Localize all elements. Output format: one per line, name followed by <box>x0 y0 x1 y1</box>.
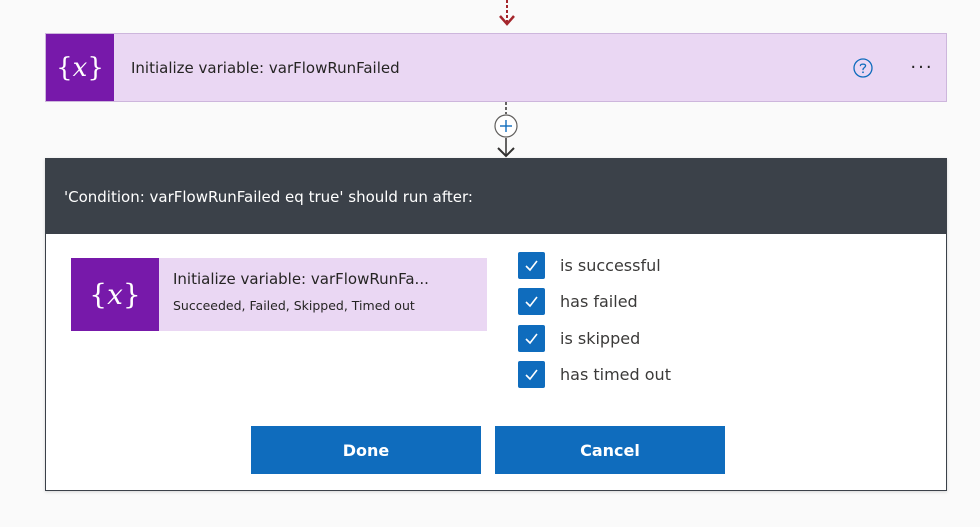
plus-circle-icon[interactable] <box>494 114 518 138</box>
option-is-successful[interactable]: is successful <box>518 247 671 284</box>
run-after-action-title: Initialize variable: varFlowRunFa... <box>173 270 429 288</box>
dialog-header: 'Condition: varFlowRunFailed eq true' sh… <box>46 159 946 234</box>
action-title: Initialize variable: varFlowRunFailed <box>131 58 400 77</box>
option-has-timed-out[interactable]: has timed out <box>518 357 671 394</box>
cancel-button[interactable]: Cancel <box>495 426 725 474</box>
connector <box>494 102 518 158</box>
arrow-down-icon <box>499 0 515 26</box>
option-label: is skipped <box>560 328 641 348</box>
checkbox-checked[interactable] <box>518 361 545 389</box>
checkbox-checked[interactable] <box>518 288 545 316</box>
option-has-failed[interactable]: has failed <box>518 284 671 321</box>
variable-icon: {x} <box>46 34 114 101</box>
ellipsis-icon[interactable]: ··· <box>902 55 942 81</box>
option-label: has failed <box>560 292 638 312</box>
run-after-action-card: {x} Initialize variable: varFlowRunFa...… <box>71 258 487 331</box>
question-circle-icon[interactable] <box>850 55 876 81</box>
variable-icon: {x} <box>71 258 159 331</box>
run-after-status-summary: Succeeded, Failed, Skipped, Timed out <box>173 298 415 313</box>
run-after-options: is successful has failed is skipped has … <box>518 247 671 393</box>
dialog-title: 'Condition: varFlowRunFailed eq true' sh… <box>64 187 473 206</box>
option-is-skipped[interactable]: is skipped <box>518 320 671 357</box>
option-label: is successful <box>560 255 661 275</box>
checkbox-checked[interactable] <box>518 324 545 352</box>
option-label: has timed out <box>560 365 671 385</box>
run-after-dialog: 'Condition: varFlowRunFailed eq true' sh… <box>45 158 947 491</box>
checkbox-checked[interactable] <box>518 251 545 279</box>
done-button[interactable]: Done <box>251 426 481 474</box>
action-card[interactable]: {x} Initialize variable: varFlowRunFaile… <box>45 33 947 102</box>
